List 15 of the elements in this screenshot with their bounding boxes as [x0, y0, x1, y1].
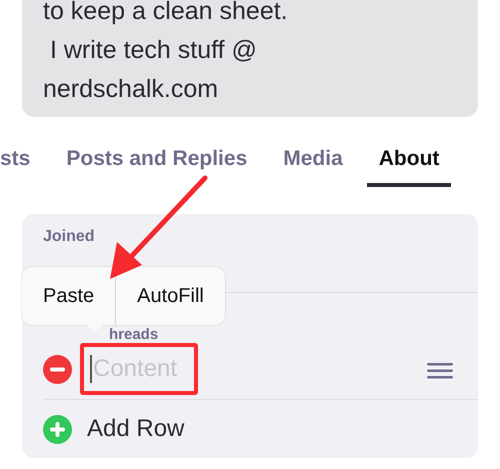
tab[interactable]: About	[366, 135, 452, 187]
tab[interactable]: Posts and Replies	[54, 135, 260, 187]
bio-text: to keep a clean sheet.	[43, 0, 289, 27]
bio-text: nerdschalk.com	[43, 74, 220, 105]
tab[interactable]: Media	[271, 135, 355, 187]
joined-label: Joined	[43, 228, 96, 246]
bio-text: I write tech stuff @	[48, 35, 258, 66]
menu-item[interactable]: Paste	[22, 267, 116, 325]
menu-item[interactable]: AutoFill	[116, 267, 225, 325]
add-icon[interactable]	[43, 414, 72, 444]
tab[interactable]: sts	[0, 135, 42, 187]
drag-handle-icon[interactable]	[427, 363, 453, 379]
remove-icon[interactable]	[43, 355, 72, 384]
add-row-button[interactable]: Add Row	[87, 415, 184, 443]
field-label: hreads	[109, 326, 158, 343]
